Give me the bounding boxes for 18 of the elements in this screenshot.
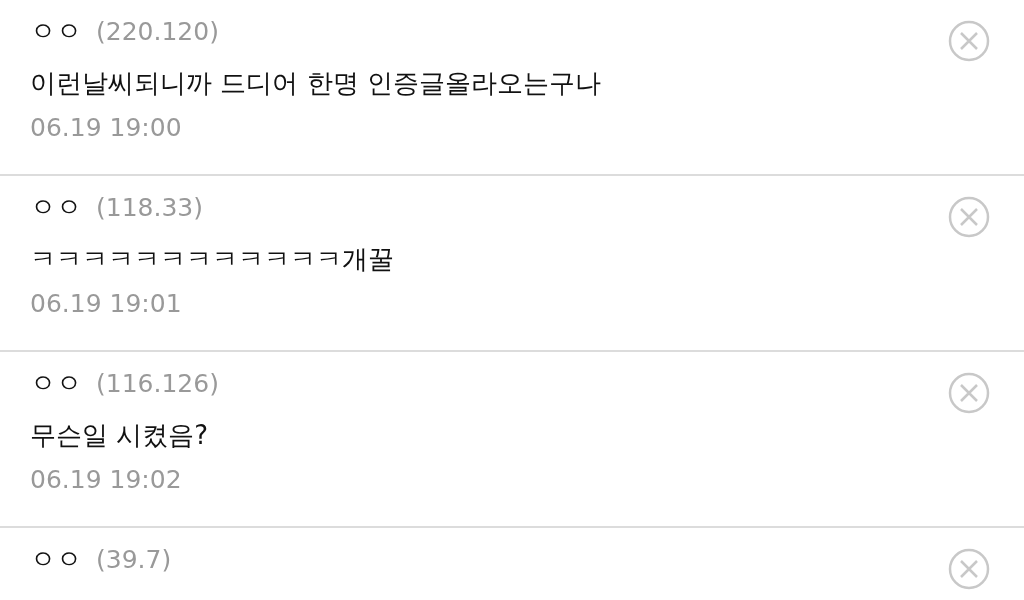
comment-date: 06.19 19:01 — [30, 289, 183, 318]
ip-address: (220.120) — [96, 17, 219, 46]
delete-icon[interactable] — [948, 196, 990, 238]
author-name: ㅇㅇ — [30, 367, 82, 400]
author-name: ㅇㅇ — [30, 15, 82, 48]
ip-address: (39.7) — [96, 545, 172, 574]
delete-icon[interactable] — [948, 372, 990, 414]
comment-date: 06.19 19:02 — [30, 465, 183, 494]
comment-text: 무슨일 시켰음? — [30, 419, 210, 452]
comment-text: 이런날씨되니까 드디어 한명 인증글올라오는구나 — [30, 67, 602, 100]
comment-text: ㅋㅋㅋㅋㅋㅋㅋㅋㅋㅋㅋㅋ개꿀 — [30, 243, 395, 276]
author-name: ㅇㅇ — [30, 543, 82, 576]
ip-address: (118.33) — [96, 193, 203, 222]
ip-address: (116.126) — [96, 369, 219, 398]
delete-icon[interactable] — [948, 20, 990, 62]
author-name: ㅇㅇ — [30, 191, 82, 224]
comment-date: 06.19 19:00 — [30, 113, 183, 142]
delete-icon[interactable] — [948, 548, 990, 590]
